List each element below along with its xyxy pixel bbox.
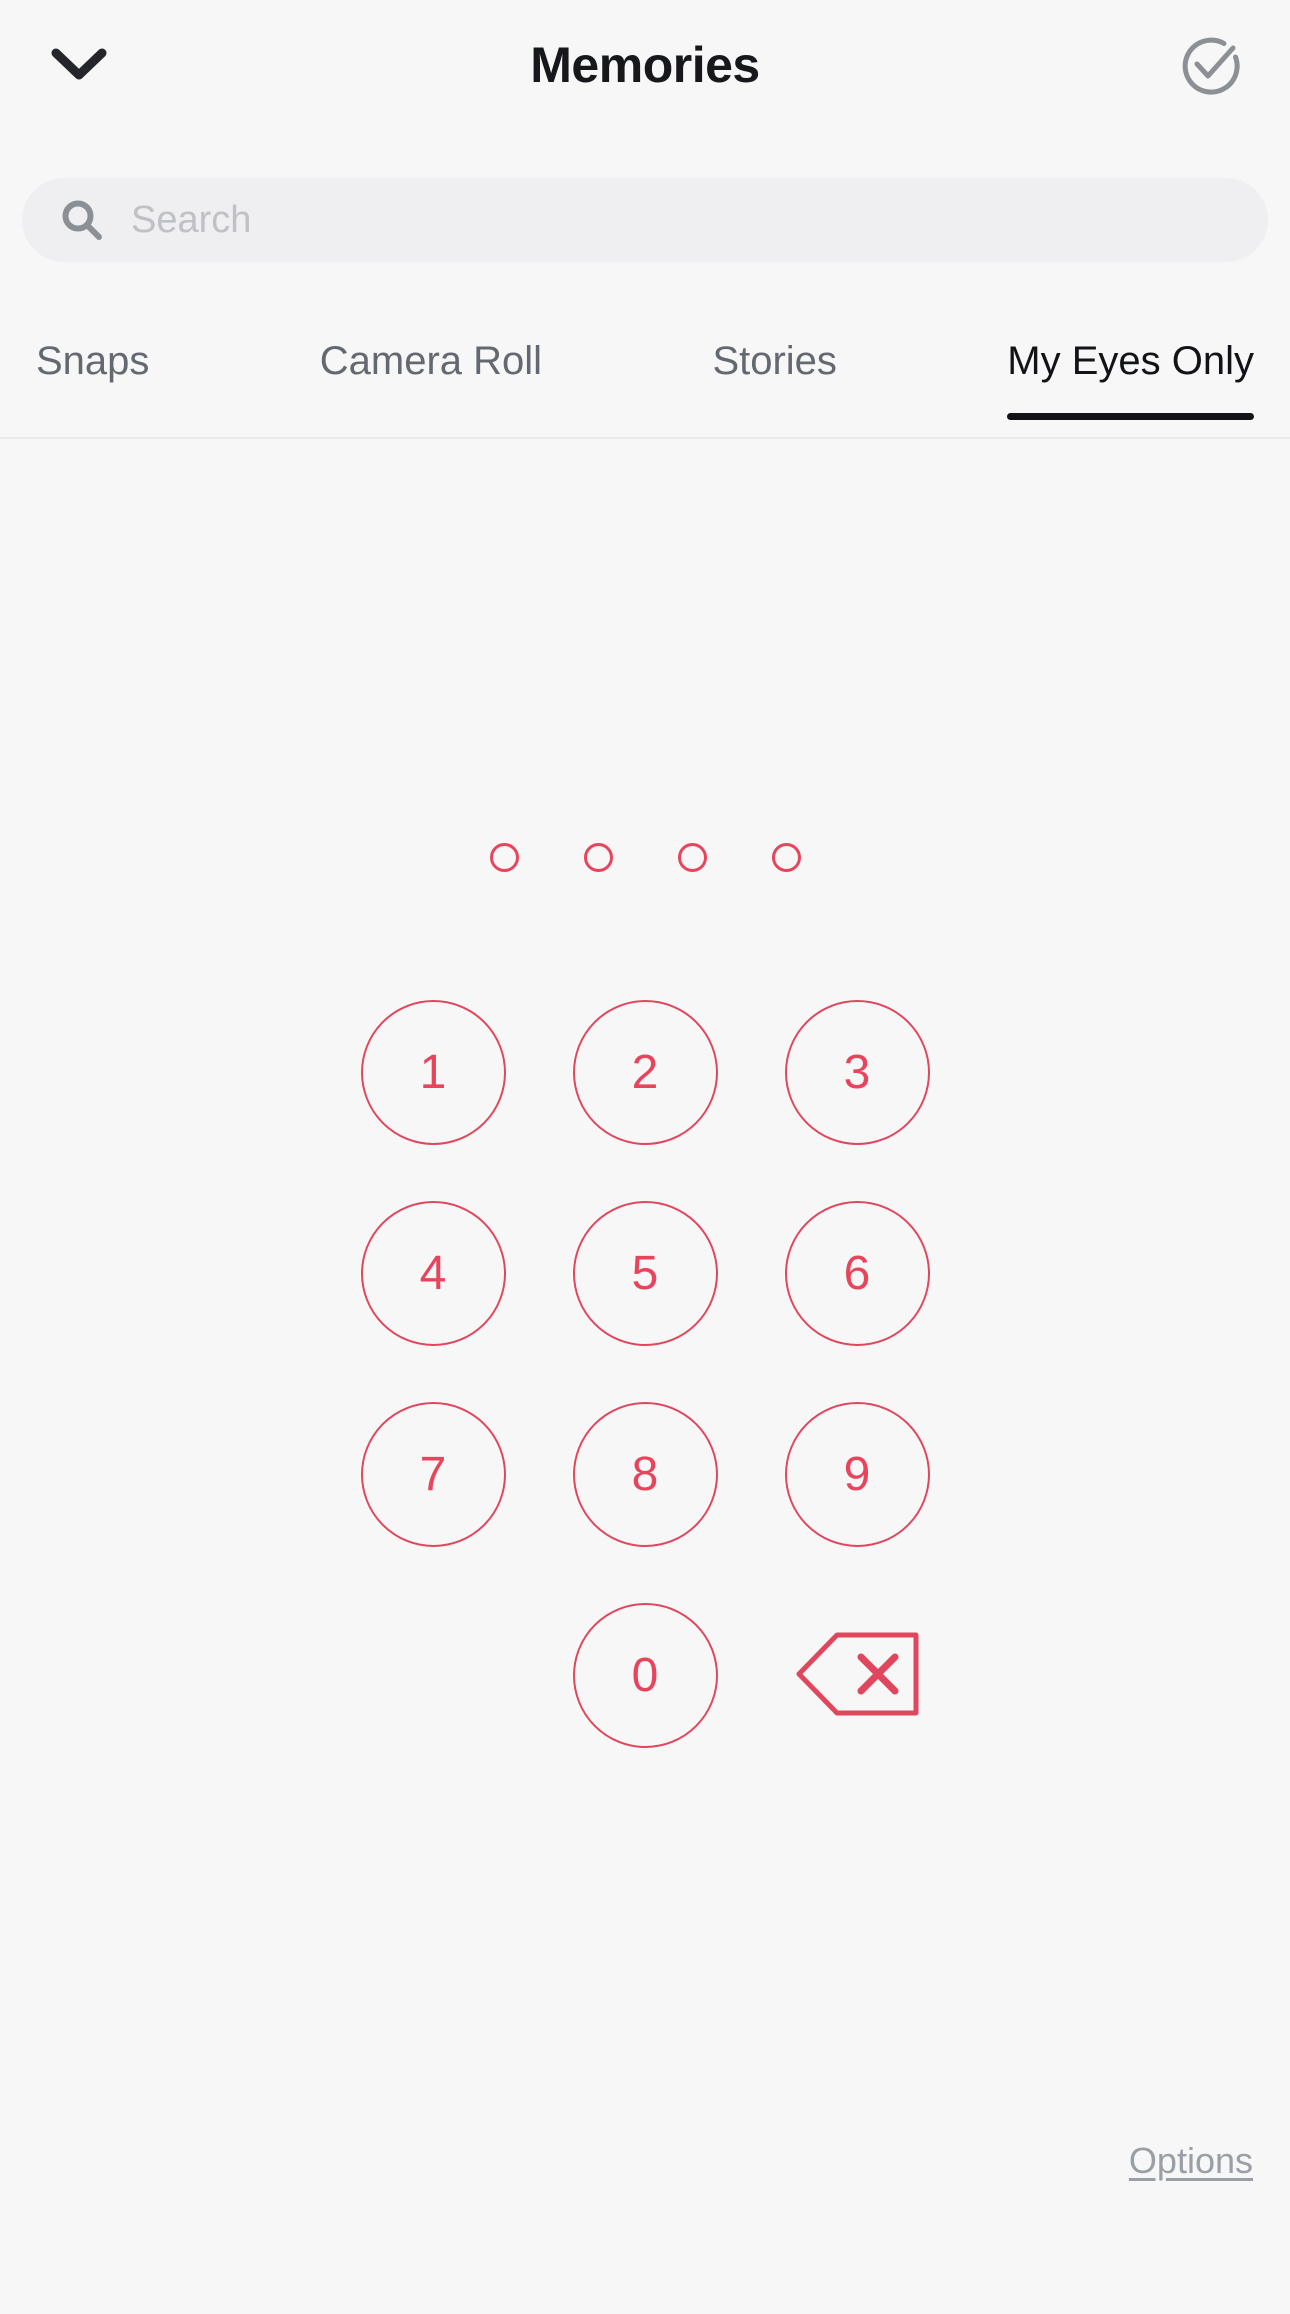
options-link[interactable]: Options xyxy=(1129,2140,1253,2182)
search-input[interactable] xyxy=(131,198,1231,242)
keypad-key-3[interactable]: 3 xyxy=(784,1000,930,1145)
select-mode-button[interactable] xyxy=(1166,23,1256,113)
tabs-divider xyxy=(0,437,1290,439)
backspace-delete-icon xyxy=(795,1631,920,1720)
keypad-row: 0 xyxy=(0,1603,1290,1748)
tab-snaps[interactable]: Snaps xyxy=(36,330,149,384)
passcode-dots xyxy=(0,843,1290,872)
chevron-down-icon xyxy=(51,47,107,88)
keypad-key-7[interactable]: 7 xyxy=(360,1402,506,1547)
keypad-key-2[interactable]: 2 xyxy=(572,1000,718,1145)
keypad-key-5[interactable]: 5 xyxy=(572,1201,718,1346)
page-title: Memories xyxy=(530,37,760,93)
passcode-keypad: 1 2 3 4 5 6 7 8 9 0 xyxy=(0,1000,1290,1748)
tab-label: Stories xyxy=(712,339,837,383)
tab-camera-roll[interactable]: Camera Roll xyxy=(320,330,542,384)
search-bar[interactable] xyxy=(22,178,1268,262)
tab-stories[interactable]: Stories xyxy=(712,330,837,384)
tab-label: Camera Roll xyxy=(319,339,543,383)
keypad-row: 7 8 9 xyxy=(0,1402,1290,1547)
tab-label: My Eyes Only xyxy=(1007,339,1255,383)
keypad-key-4[interactable]: 4 xyxy=(360,1201,506,1346)
search-icon xyxy=(60,198,104,242)
memories-tabs: Snaps Camera Roll Stories My Eyes Only xyxy=(0,330,1290,435)
keypad-row: 1 2 3 xyxy=(0,1000,1290,1145)
passcode-dot xyxy=(677,843,707,872)
keypad-key-6[interactable]: 6 xyxy=(784,1201,930,1346)
passcode-dot xyxy=(489,843,519,872)
keypad-key-1[interactable]: 1 xyxy=(360,1000,506,1145)
active-tab-indicator xyxy=(1007,413,1255,420)
tab-label: Snaps xyxy=(36,339,150,383)
passcode-dot xyxy=(771,843,801,872)
keypad-row: 4 5 6 xyxy=(0,1201,1290,1346)
memories-passcode-screen: Memories Snaps Camera Roll xyxy=(0,0,1290,2314)
app-header: Memories xyxy=(0,0,1290,135)
close-chevron-down-button[interactable] xyxy=(34,23,124,113)
tab-my-eyes-only[interactable]: My Eyes Only xyxy=(1007,330,1255,420)
keypad-backspace-button[interactable] xyxy=(785,1603,930,1748)
passcode-dot xyxy=(583,843,613,872)
keypad-key-8[interactable]: 8 xyxy=(572,1402,718,1547)
check-circle-icon xyxy=(1177,31,1245,104)
keypad-key-9[interactable]: 9 xyxy=(784,1402,930,1547)
keypad-empty-slot xyxy=(361,1603,506,1748)
keypad-key-0[interactable]: 0 xyxy=(572,1603,718,1748)
